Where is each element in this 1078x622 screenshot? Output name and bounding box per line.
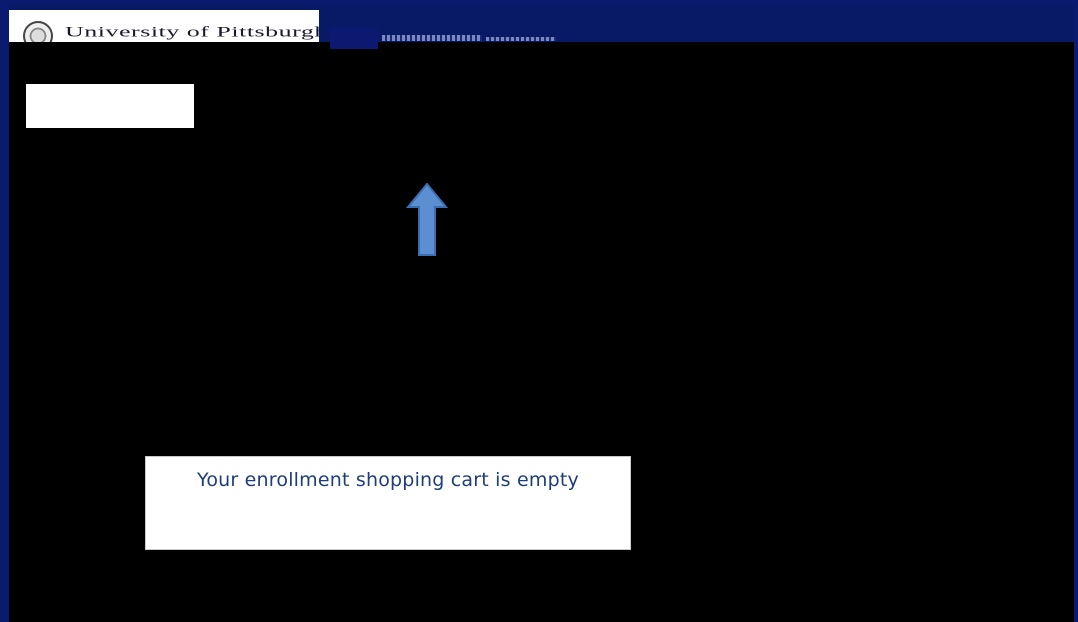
content-placeholder: [26, 84, 194, 128]
up-arrow-icon: [405, 182, 449, 262]
university-seal-icon: [23, 21, 53, 42]
header-text-fragment: [382, 35, 482, 41]
empty-cart-message-box: Your enrollment shopping cart is empty: [145, 456, 631, 550]
header-text-fragment: [486, 37, 556, 41]
redacted-block: [330, 27, 378, 49]
university-name: University of Pittsburgh: [65, 24, 319, 40]
empty-cart-message: Your enrollment shopping cart is empty: [197, 469, 579, 491]
university-logo[interactable]: University of Pittsburgh: [9, 10, 319, 42]
